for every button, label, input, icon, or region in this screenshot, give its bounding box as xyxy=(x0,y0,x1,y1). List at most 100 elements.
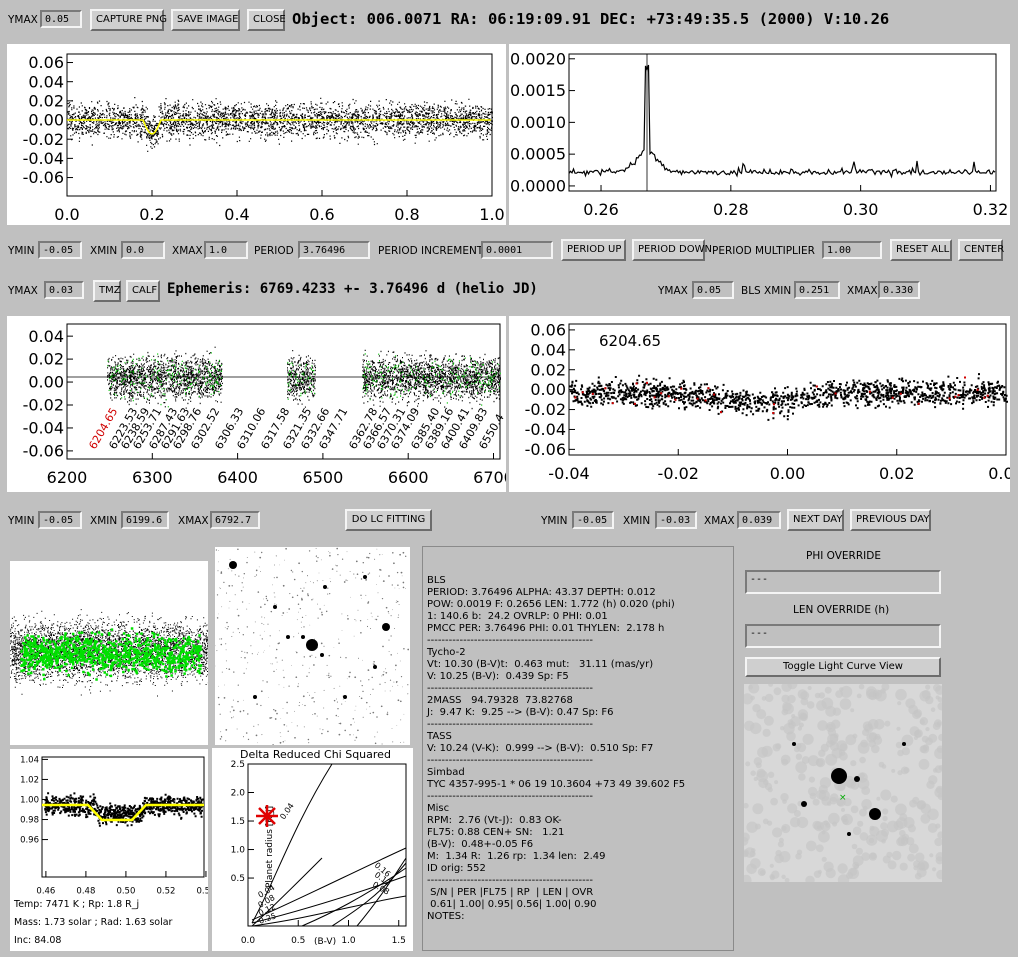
periodogram-line xyxy=(568,64,996,179)
ymax-input[interactable]: 0.03 xyxy=(44,281,84,299)
faint-star xyxy=(241,601,244,603)
period-increment-label: PERIOD INCREMENT xyxy=(378,245,484,257)
ymin-input[interactable]: -0.05 xyxy=(38,511,82,529)
color-scatter-panel xyxy=(10,561,209,745)
faint-star xyxy=(323,604,325,606)
xmin-label: XMIN xyxy=(90,245,118,257)
period-down-button[interactable]: PERIOD DOWN xyxy=(632,239,712,261)
info-line: ----------------------------------------… xyxy=(427,875,593,886)
close-button[interactable]: CLOSE xyxy=(247,9,286,31)
faint-star xyxy=(335,698,337,700)
faint-star xyxy=(403,741,405,743)
faint-star xyxy=(365,594,367,596)
faint-star xyxy=(258,651,259,653)
phi-override-input[interactable]: --- xyxy=(745,570,941,594)
noise-blob xyxy=(771,870,780,879)
faint-star xyxy=(400,719,402,721)
faint-star xyxy=(304,704,306,707)
period-up-button[interactable]: PERIOD UP xyxy=(561,239,626,261)
faint-star xyxy=(282,612,285,614)
faint-star xyxy=(385,606,388,609)
tmz-button[interactable]: TMZ xyxy=(93,280,121,302)
noise-blob xyxy=(752,803,764,815)
faint-star xyxy=(311,599,313,601)
noise-blob xyxy=(899,862,908,871)
noise-blob xyxy=(907,853,916,862)
period-increment-input[interactable]: 0.0001 xyxy=(481,241,553,259)
thumbnail-image: × xyxy=(739,679,946,886)
x-tick-label: 0.26 xyxy=(583,200,619,219)
faint-star xyxy=(288,608,291,610)
xmin-input[interactable]: 0.0 xyxy=(121,241,165,259)
do-lc-fitting-button[interactable]: DO LC FITTING xyxy=(345,509,432,531)
calf-button[interactable]: CALF xyxy=(126,280,160,302)
faint-star xyxy=(284,559,285,561)
faint-star xyxy=(377,615,379,617)
center-button[interactable]: CENTER xyxy=(958,239,1004,261)
save-image-button[interactable]: SAVE IMAGE xyxy=(171,9,240,31)
faint-star xyxy=(219,713,221,715)
ymin2-input[interactable]: -0.05 xyxy=(572,511,614,529)
faint-star xyxy=(338,722,340,725)
faint-star xyxy=(386,713,389,716)
bls-xmin-input[interactable]: 0.251 xyxy=(794,281,840,299)
faint-star xyxy=(377,592,379,594)
star xyxy=(869,808,881,820)
chi-title: Delta Reduced Chi Squared xyxy=(240,748,391,761)
noise-blob xyxy=(744,720,755,731)
noise-blob xyxy=(815,844,824,853)
xmin-input[interactable]: 6199.6 xyxy=(121,511,169,529)
faint-star xyxy=(374,736,376,738)
noise-blob xyxy=(784,877,790,883)
x-tick-label: 0.6 xyxy=(309,205,334,224)
noise-blob xyxy=(795,761,808,774)
len-override-input[interactable]: --- xyxy=(745,624,941,648)
bls-xmax-input[interactable]: 0.330 xyxy=(878,281,920,299)
period-input[interactable]: 3.76496 xyxy=(298,241,370,259)
faint-star xyxy=(398,588,400,590)
faint-star xyxy=(311,697,313,699)
noise-blob xyxy=(869,852,877,860)
faint-star xyxy=(270,610,273,613)
faint-star xyxy=(232,709,235,712)
xmax-input[interactable]: 6792.7 xyxy=(210,511,260,529)
previous-day-button[interactable]: PREVIOUS DAY xyxy=(850,509,931,531)
xmin2-input[interactable]: -0.03 xyxy=(655,511,697,529)
noise-blob xyxy=(937,702,946,711)
ymax-input[interactable]: 0.05 xyxy=(40,10,82,28)
noise-blob xyxy=(761,745,773,757)
faint-star xyxy=(326,674,328,676)
faint-star xyxy=(330,675,332,677)
reset-all-button[interactable]: RESET ALL xyxy=(890,239,952,261)
period-multiplier-input[interactable]: 1.00 xyxy=(822,241,882,259)
faint-star xyxy=(263,624,265,625)
next-day-button[interactable]: NEXT DAY xyxy=(787,509,844,531)
noise-blob xyxy=(837,863,848,874)
y-tick-label: -0.06 xyxy=(23,442,64,461)
faint-star xyxy=(265,598,267,600)
faint-star xyxy=(237,628,239,630)
x-tick-label: 0.4 xyxy=(224,205,249,224)
faint-star xyxy=(339,722,342,725)
faint-star xyxy=(407,648,410,651)
xmax2-input[interactable]: 0.039 xyxy=(737,511,781,529)
ymin-input[interactable]: -0.05 xyxy=(38,241,82,259)
faint-star xyxy=(241,650,243,653)
faint-star xyxy=(390,615,392,617)
capture-png-button[interactable]: CAPTURE PNG xyxy=(90,9,167,31)
faint-star xyxy=(256,703,258,705)
faint-star xyxy=(402,581,405,584)
faint-star xyxy=(266,681,268,683)
faint-star xyxy=(257,591,260,593)
faint-star xyxy=(392,609,394,611)
faint-star xyxy=(329,552,331,554)
y-tick-label: 0.0015 xyxy=(510,81,566,100)
noise-blob xyxy=(874,733,881,740)
phased-lightcurve-chart: 0.060.040.020.00-0.02-0.04-0.06 0.0 0.2 0.4… xyxy=(23,53,505,224)
faint-star xyxy=(395,682,397,684)
xmax-input[interactable]: 1.0 xyxy=(204,241,248,259)
toggle-lightcurve-view-button[interactable]: Toggle Light Curve View xyxy=(745,657,941,677)
faint-star xyxy=(238,575,240,577)
ymax2-input[interactable]: 0.05 xyxy=(692,281,734,299)
noise-blob xyxy=(761,696,767,701)
